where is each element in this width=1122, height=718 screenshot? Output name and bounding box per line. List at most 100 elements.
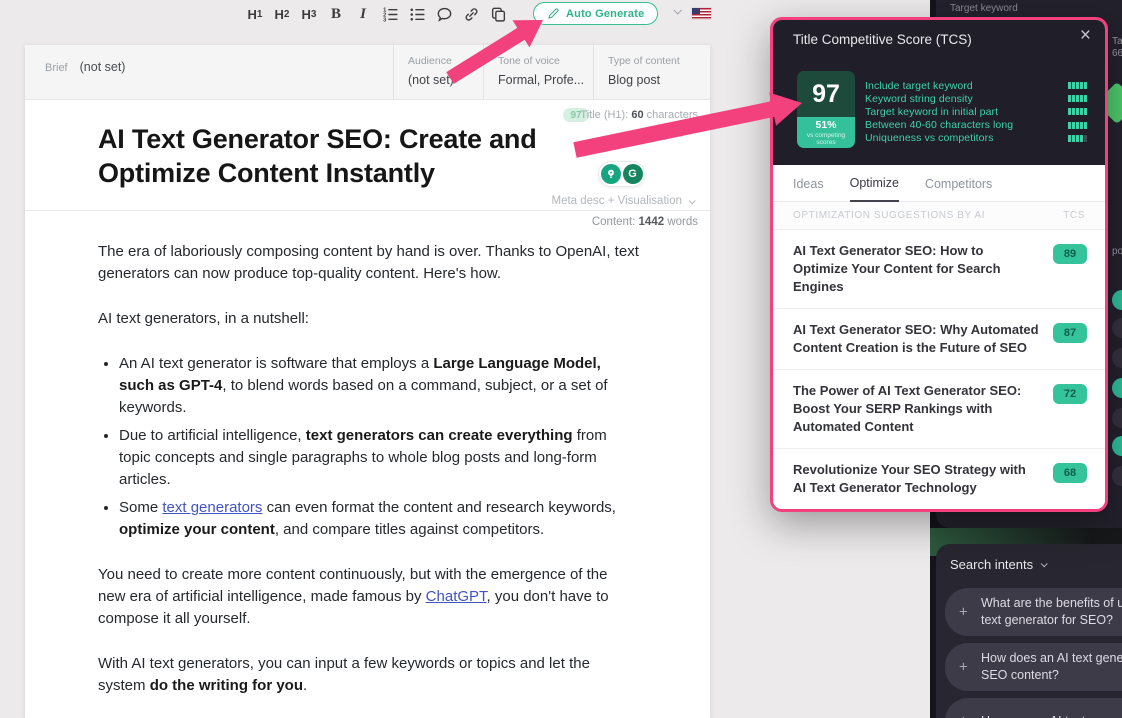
suggestion-title: AI Text Generator SEO: Why Automated Con… xyxy=(793,322,1039,355)
search-intent-item[interactable]: + How does an AI text generatorSEO conten… xyxy=(945,643,1122,691)
chevron-down-icon xyxy=(1040,560,1048,568)
grammarly-icon[interactable]: G xyxy=(622,164,643,184)
meter-segment xyxy=(1084,121,1087,129)
suggestion-tcs-score: 89 xyxy=(1053,244,1087,264)
h1-icon[interactable]: H1 xyxy=(246,3,264,25)
auto-generate-dropdown-chevron[interactable] xyxy=(673,6,682,15)
paragraph: You need to create more content continuo… xyxy=(98,564,639,630)
inline-tools-pill: G xyxy=(598,161,645,187)
italic-icon[interactable]: I xyxy=(354,3,372,25)
brief-field-value: Formal, Profe... xyxy=(498,73,585,87)
search-intent-text: How does an AI text generatorSEO content… xyxy=(981,651,1122,682)
meter-segment xyxy=(1076,82,1079,90)
text-run: An AI text generator is software that em… xyxy=(119,355,434,372)
bold-text: optimize your content xyxy=(119,521,275,538)
text-run: Some xyxy=(119,499,163,516)
tab-competitors[interactable]: Competitors xyxy=(925,177,992,201)
editor-body[interactable]: The era of laboriously composing content… xyxy=(98,241,639,718)
us-flag-icon[interactable] xyxy=(692,8,711,19)
brief-field-label: Audience xyxy=(408,55,452,67)
bullet-list: An AI text generator is software that em… xyxy=(98,353,639,541)
meter-segment xyxy=(1072,108,1075,116)
meter-segment xyxy=(1084,134,1087,142)
h2-icon[interactable]: H2 xyxy=(273,3,291,25)
keyword-fragment: o xyxy=(1112,290,1122,310)
chevron-down-icon xyxy=(688,196,696,204)
copy-icon[interactable] xyxy=(489,3,507,25)
tcs-panel-title: Title Competitive Score (TCS) xyxy=(793,32,972,47)
h3-icon[interactable]: H3 xyxy=(300,3,318,25)
brief-field-label: Type of content xyxy=(608,55,680,67)
suggestion-row[interactable]: AI Text Generator SEO: Why Automated Con… xyxy=(773,309,1105,370)
meter-segment xyxy=(1072,121,1075,129)
ordered-list-icon[interactable]: 123 xyxy=(381,3,399,25)
meter-segment xyxy=(1068,108,1071,116)
keyword-fragment: soc xyxy=(1112,408,1122,428)
suggestion-title: Revolutionize Your SEO Strategy with AI … xyxy=(793,462,1026,495)
meta-desc-toggle-label: Meta desc + Visualisation xyxy=(551,195,682,207)
bold-text: do the writing for you xyxy=(149,677,304,694)
close-icon[interactable]: × xyxy=(1080,26,1091,45)
tab-ideas[interactable]: Ideas xyxy=(793,177,824,201)
tab-optimize[interactable]: Optimize xyxy=(849,176,899,202)
meter-segment xyxy=(1076,108,1079,116)
brief-field-type-of-content[interactable]: Type of content Blog post xyxy=(593,45,710,99)
brief-field-value: (not set) xyxy=(408,73,454,87)
paragraph: The era of laboriously composing content… xyxy=(98,241,639,285)
tcs-panel-body: Ideas Optimize Competitors OPTIMIZATION SU… xyxy=(773,165,1105,512)
bold-text: text generators can create everything xyxy=(305,427,573,444)
tcs-percent-caption: vs competing scores xyxy=(806,132,846,146)
suggestion-row[interactable]: Revolutionize Your SEO Strategy with AI … xyxy=(773,449,1105,509)
tcs-score-value: 97 xyxy=(797,71,855,117)
auto-generate-button[interactable]: Auto Generate xyxy=(533,2,659,25)
suggestions-list-header: OPTIMIZATION SUGGESTIONS BY AI TCS xyxy=(773,202,1105,230)
inline-link[interactable]: text generators xyxy=(162,499,262,516)
bullet-list-icon[interactable] xyxy=(408,3,426,25)
keyword-fragment: es xyxy=(1112,318,1122,338)
bullet-item: An AI text generator is software that em… xyxy=(119,353,639,419)
bold-icon[interactable]: B xyxy=(327,3,345,25)
meter-segment xyxy=(1072,95,1075,103)
meter-segment xyxy=(1080,134,1083,142)
pen-icon xyxy=(548,8,559,19)
article-title[interactable]: AI Text Generator SEO: Create and Optimi… xyxy=(98,122,630,190)
search-intent-item[interactable]: + What are the benefits of usingtext gene… xyxy=(945,588,1122,636)
meter-segment xyxy=(1068,134,1071,142)
tcs-score-percent-box: 51% vs competing scores xyxy=(797,117,855,148)
meta-desc-toggle[interactable]: Meta desc + Visualisation xyxy=(551,195,696,207)
comment-icon[interactable] xyxy=(435,3,453,25)
link-icon[interactable] xyxy=(462,3,480,25)
tcs-checklist-meter xyxy=(1068,82,1087,90)
keyword-fragment: co xyxy=(1112,378,1122,398)
brief-bar: Brief (not set) Audience (not set) Tone of… xyxy=(25,45,710,100)
brief-field-audience[interactable]: Audience (not set) xyxy=(393,45,483,99)
suggestion-row[interactable]: The Power of AI Text Generator SEO: Boos… xyxy=(773,370,1105,449)
suggestion-row[interactable]: AI Text Generator SEO: How to Optimize Y… xyxy=(773,230,1105,309)
keyword-fragment: port xyxy=(1112,246,1122,257)
title-char-counter: Title (H1): 60 characters xyxy=(580,109,698,121)
tcs-checklist-label: Keyword string density xyxy=(865,92,973,105)
meter-segment xyxy=(1084,82,1087,90)
content-word-counter: Content: 1442 words xyxy=(591,216,698,228)
plus-icon: + xyxy=(959,713,968,718)
tcs-checklist-label: Uniqueness vs competitors xyxy=(865,132,994,145)
meter-segment xyxy=(1080,108,1083,116)
brief-field-tone-of-voice[interactable]: Tone of voice Formal, Profe... xyxy=(483,45,593,99)
keyword-fragment: pros xyxy=(1112,466,1122,486)
tcs-checklist-item: Keyword string density xyxy=(865,92,1087,105)
tcs-percent: 51% xyxy=(815,119,837,131)
plus-icon: + xyxy=(959,658,968,676)
brief-value: (not set) xyxy=(79,60,126,74)
keyword-fragment: ma xyxy=(1112,348,1122,368)
meter-segment xyxy=(1080,121,1083,129)
lightbulb-icon[interactable] xyxy=(600,164,621,184)
text-run: Due to artificial intelligence, xyxy=(119,427,306,444)
inline-link[interactable]: ChatGPT xyxy=(426,588,487,605)
generate-more-button[interactable]: Generate more xyxy=(866,511,1012,512)
search-intent-item[interactable]: + How can an AI text generator xyxy=(945,698,1122,718)
search-intents-header[interactable]: Search intents xyxy=(950,557,1048,572)
text-run: , and compare titles against competitors… xyxy=(274,521,545,538)
meter-segment xyxy=(1080,82,1083,90)
brief-field[interactable]: Brief (not set) xyxy=(45,60,125,74)
paragraph: AI text generators, in a nutshell: xyxy=(98,308,639,330)
